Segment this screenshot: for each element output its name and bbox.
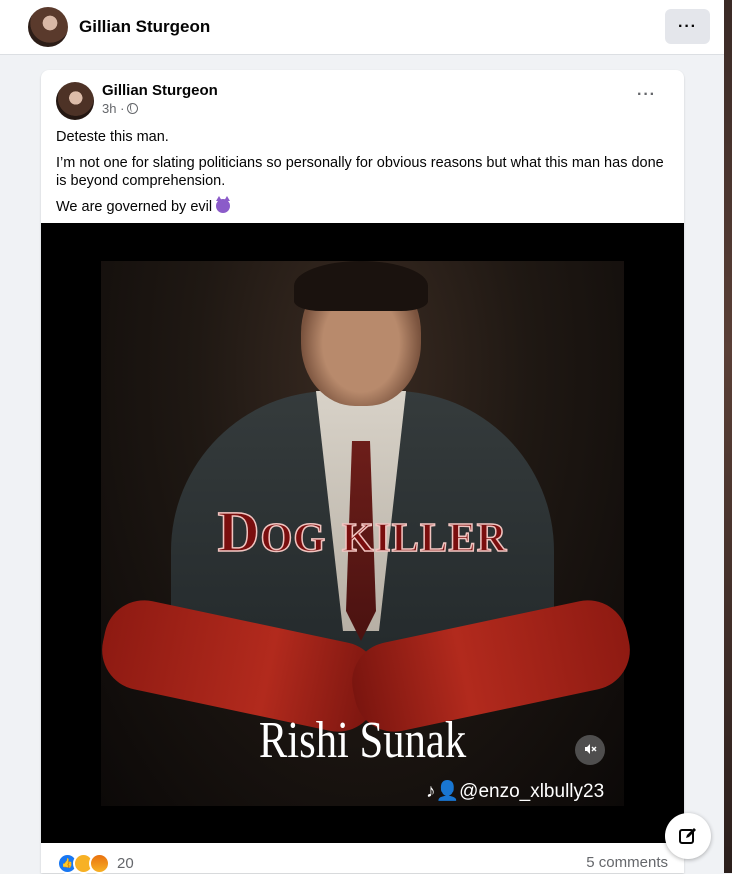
post-paragraph-text: We are governed by evil	[56, 199, 213, 215]
figure-hair	[294, 261, 428, 311]
image-watermark: ♪👤@enzo_xlbully23	[426, 781, 605, 802]
devil-emoji-icon	[216, 196, 231, 213]
globe-icon	[127, 103, 139, 114]
avatar[interactable]	[28, 7, 68, 47]
post-image[interactable]: Dog killer Rishi Sunak ♪👤@enzo_xlbully23	[41, 223, 684, 843]
post-paragraph: I’m not one for slating politicians so p…	[56, 155, 664, 189]
compose-icon	[679, 828, 696, 844]
image-name-text: Rishi Sunak	[258, 712, 467, 769]
compose-button[interactable]	[665, 813, 711, 859]
angry-icon	[89, 853, 110, 874]
profile-name[interactable]: Gillian Sturgeon	[79, 17, 210, 37]
post-more-button[interactable]: ···	[637, 86, 656, 104]
comments-link[interactable]: 5 comments	[586, 854, 668, 871]
mute-icon[interactable]	[575, 735, 605, 765]
post-card: Gillian Sturgeon 3h · ··· Deteste this m…	[41, 70, 684, 874]
post-text: Deteste this man. I’m not one for slatin…	[56, 128, 671, 224]
reaction-count: 20	[117, 855, 134, 872]
post-author-name[interactable]: Gillian Sturgeon	[102, 82, 218, 99]
post-timestamp[interactable]: 3h ·	[102, 101, 124, 116]
reactions-summary[interactable]: 👍 20	[57, 853, 134, 874]
top-header: Gillian Sturgeon ···	[0, 0, 724, 55]
post-footer: 👍 20 5 comments	[41, 843, 684, 874]
window-edge	[724, 0, 732, 873]
post-author-avatar[interactable]	[56, 82, 94, 120]
image-title-text: Dog killer	[217, 498, 508, 565]
post-paragraph: Deteste this man.	[56, 129, 169, 145]
post-paragraph: We are governed by evil	[56, 196, 671, 216]
post-meta: 3h ·	[102, 101, 139, 116]
more-options-button[interactable]: ···	[665, 9, 710, 44]
